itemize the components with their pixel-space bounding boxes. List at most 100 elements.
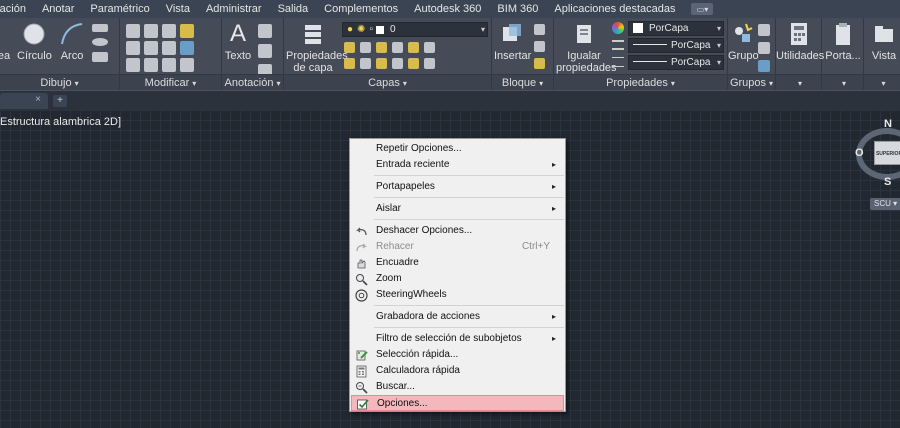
tab-salida[interactable]: Salida [270, 0, 317, 18]
layer-combo[interactable]: ● ✺ ▫ 0 ▾ [342, 22, 488, 37]
layer-tool-icon[interactable] [408, 42, 419, 53]
group-selection-icon[interactable] [758, 60, 770, 72]
ungroup-icon[interactable] [758, 24, 770, 36]
menu-item-grabadora-de-acciones[interactable]: Grabadora de acciones ▸ [351, 309, 564, 325]
layer-tool-icon[interactable] [424, 42, 435, 53]
utilities-button[interactable]: Utilidades [776, 20, 824, 62]
arc-button[interactable]: Arco [56, 20, 88, 62]
drawing-tab[interactable]: × [0, 93, 48, 109]
trim-icon[interactable] [162, 24, 176, 38]
layer-tool-icon[interactable] [392, 58, 403, 69]
explode-icon[interactable] [180, 41, 194, 55]
dimension-icon[interactable] [258, 24, 272, 38]
menu-item-deshacer-opciones[interactable]: Deshacer Opciones... [351, 223, 564, 239]
menu-item-portapapeles[interactable]: Portapapeles ▸ [351, 179, 564, 195]
menu-item-entrada-reciente[interactable]: Entrada reciente ▸ [351, 157, 564, 173]
view-button[interactable]: Vista [864, 20, 900, 62]
viewport-controls-label[interactable]: Estructura alambrica 2D] [0, 116, 121, 128]
menu-item-steeringwheels[interactable]: SteeringWheels [351, 287, 564, 303]
layer-tool-icon[interactable] [376, 42, 387, 53]
menu-item-repetir-opciones[interactable]: Repetir Opciones... [351, 141, 564, 157]
panel-title-portapapeles[interactable]: ▾ [822, 74, 863, 90]
close-tab-icon[interactable]: × [35, 94, 41, 105]
menu-item-rehacer[interactable]: Rehacer Ctrl+Y [351, 239, 564, 255]
compass-west[interactable]: O [855, 147, 864, 159]
ucs-menu[interactable]: SCU ▾ [870, 198, 900, 210]
menu-item-label: Selección rápida... [376, 349, 459, 360]
scale-icon[interactable] [144, 58, 158, 72]
circle-icon [20, 20, 48, 48]
copy-icon[interactable] [126, 41, 140, 55]
tab-vista[interactable]: Vista [158, 0, 198, 18]
fillet-icon[interactable] [162, 41, 176, 55]
panel-title-capas[interactable]: Capas ▾ [284, 74, 491, 90]
attribute-icon[interactable] [534, 58, 545, 69]
rectangle-icon[interactable] [92, 24, 108, 32]
text-button[interactable]: A Texto [224, 20, 252, 63]
layer-tool-icon[interactable] [344, 42, 355, 53]
create-block-icon[interactable] [534, 24, 545, 35]
tab-aplicaciones-destacadas[interactable]: Aplicaciones destacadas [546, 0, 683, 18]
move-icon[interactable] [126, 24, 140, 38]
menu-item-label: Repetir Opciones... [376, 143, 462, 154]
linetype-preview [633, 61, 667, 62]
stretch-icon[interactable] [126, 58, 140, 72]
layer-tool-icon[interactable] [408, 58, 419, 69]
array-icon[interactable] [162, 58, 176, 72]
clipboard-button[interactable]: Porta... [822, 20, 864, 62]
panel-title-utilidades[interactable]: ▾ [776, 74, 821, 90]
tab-administrar[interactable]: Administrar [198, 0, 270, 18]
rotate-icon[interactable] [144, 24, 158, 38]
annotation-tools-column [258, 24, 272, 78]
edit-block-icon[interactable] [534, 41, 545, 52]
layer-tool-icon[interactable] [424, 58, 435, 69]
panel-title-propiedades[interactable]: Propiedades ▾ [554, 74, 727, 90]
layer-properties-button[interactable]: Propiedades de capa [286, 20, 348, 74]
panel-title-modificar[interactable]: Modificar ▾ [120, 74, 221, 90]
mirror-icon[interactable] [144, 41, 158, 55]
menu-item-zoom[interactable]: Zoom [351, 271, 564, 287]
tab-parametrico[interactable]: Paramétrico [82, 0, 157, 18]
compass-north[interactable]: N [884, 118, 892, 130]
panel-title-anotacion[interactable]: Anotación ▾ [222, 74, 283, 90]
tab-complementos[interactable]: Complementos [316, 0, 406, 18]
menu-item-aislar[interactable]: Aislar ▸ [351, 201, 564, 217]
menu-item-buscar[interactable]: Buscar... [351, 379, 564, 395]
color-combo[interactable]: PorCapa ▾ [628, 21, 724, 36]
menu-item-calculadora-rapida[interactable]: Calculadora rápida [351, 363, 564, 379]
panel-title-bloque[interactable]: Bloque ▾ [492, 74, 553, 90]
new-tab-button[interactable]: + [53, 95, 67, 107]
layer-tool-icon[interactable] [344, 58, 355, 69]
lineweight-combo[interactable]: PorCapa ▾ [628, 38, 724, 53]
region-icon[interactable] [92, 52, 108, 62]
insert-button[interactable]: Insertar [494, 20, 531, 62]
layer-tool-icon[interactable] [360, 58, 371, 69]
tab-autodesk-360[interactable]: Autodesk 360 [406, 0, 489, 18]
menu-item-opciones[interactable]: Opciones... [351, 395, 564, 411]
area-button[interactable]: ea [0, 20, 14, 62]
circle-button[interactable]: Círculo [17, 20, 52, 62]
leader-icon[interactable] [258, 44, 272, 58]
linetype-combo[interactable]: PorCapa ▾ [628, 55, 724, 70]
hatch-icon[interactable] [92, 38, 108, 46]
group-edit-icon[interactable] [758, 42, 770, 54]
match-properties-button[interactable]: Igualar propiedades [556, 20, 617, 74]
group-button[interactable]: Grupo [728, 20, 759, 62]
viewcube-face-top[interactable]: SUPERIOR [874, 141, 900, 165]
erase-icon[interactable] [180, 24, 194, 38]
panel-title-dibujo[interactable]: Dibujo ▾ [0, 74, 119, 90]
ribbon-toggle-icon[interactable]: ▭▾ [691, 3, 714, 15]
layer-tool-icon[interactable] [392, 42, 403, 53]
tab-bim-360[interactable]: BIM 360 [489, 0, 546, 18]
tab-anotar[interactable]: Anotar [34, 0, 82, 18]
offset-icon[interactable] [180, 58, 194, 72]
layer-tool-icon[interactable] [360, 42, 371, 53]
tab-insertar-partial[interactable]: ración [0, 0, 34, 18]
layer-tool-icon[interactable] [376, 58, 387, 69]
menu-item-filtro-subobjetos[interactable]: Filtro de selección de subobjetos ▸ [351, 331, 564, 347]
panel-title-vista[interactable]: ▾ [864, 74, 900, 90]
menu-item-encuadre[interactable]: Encuadre [351, 255, 564, 271]
panel-title-grupos[interactable]: Grupos ▾ [728, 74, 775, 90]
menu-item-seleccion-rapida[interactable]: Selección rápida... [351, 347, 564, 363]
compass-south[interactable]: S [884, 176, 891, 188]
